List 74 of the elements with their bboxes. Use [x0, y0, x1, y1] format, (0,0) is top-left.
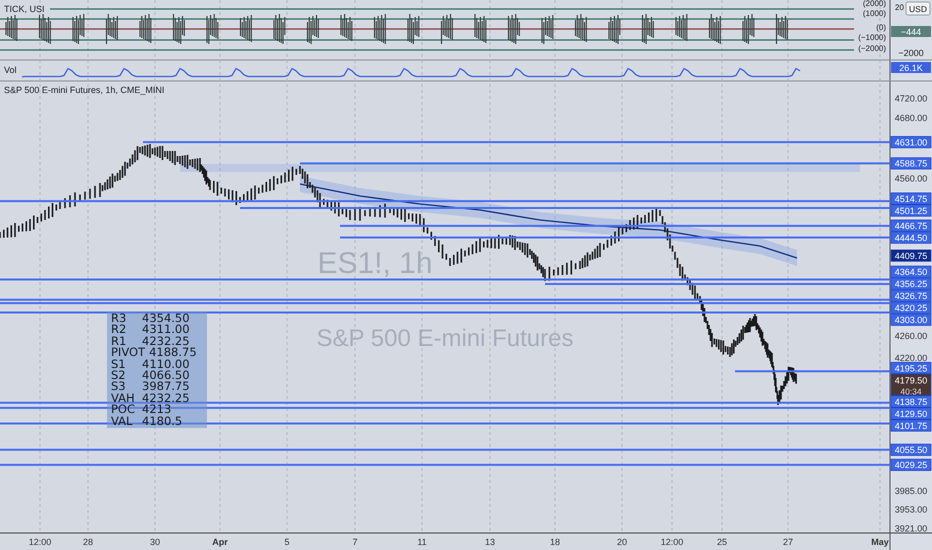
time-label: 28 [83, 537, 93, 547]
price-tag: 4466.75 [890, 220, 932, 232]
time-label: May [871, 537, 889, 547]
price-tag: 4101.75 [890, 419, 932, 432]
price-tag: 4501.25 [890, 204, 932, 217]
price-tag: 4320.25 [890, 302, 932, 314]
time-label: 25 [717, 537, 727, 547]
scale-label: (1000) [862, 9, 886, 18]
pivot-value: 4188.75 [149, 347, 197, 359]
pivot-label: S1 [111, 358, 127, 370]
time-label: 11 [417, 537, 427, 547]
time-label: 13 [485, 537, 495, 547]
axis-label: 4680.00 [894, 113, 928, 124]
pivot-label: POC [111, 404, 136, 416]
price-tag: 4444.50 [890, 232, 932, 244]
time-label: Apr [212, 537, 228, 547]
pivot-value: 4311.00 [142, 324, 190, 336]
price-tag: 4514.75 [890, 192, 932, 205]
pivot-label: S2 [111, 370, 127, 382]
pivot-value: 4232.25 [142, 392, 190, 404]
axis-label: 3985.00 [894, 486, 928, 496]
pivot-label: VAL [111, 416, 134, 428]
price-tag: 4364.50 [890, 266, 932, 278]
value-tag: −444 [891, 26, 931, 37]
price-tag: 4055.50 [890, 444, 932, 456]
price-tag: 4631.00 [890, 136, 932, 148]
axis-label: 4560.00 [894, 173, 928, 184]
price-tag: 4409.75 [890, 250, 932, 262]
pivot-value: 4232.25 [142, 336, 190, 348]
price-tag: 4588.75 [890, 157, 932, 170]
scale-label: (0) [876, 23, 886, 32]
panel-title: TICK, USI [4, 4, 45, 14]
chart-title: S&P 500 E-mini Futures, 1h, CME_MINI [4, 85, 164, 95]
pivot-label: PIVOT [111, 347, 146, 359]
panel-title: Vol [4, 65, 17, 75]
scale-label: (2000) [862, 0, 886, 8]
time-label: 12:00 [660, 537, 684, 547]
pivot-value: 4213 [142, 404, 172, 416]
time-label: 7 [352, 537, 358, 547]
axis-label: −2000 [898, 48, 924, 58]
time-label: 12:00 [28, 537, 52, 547]
axis-label: 4720.00 [894, 94, 928, 104]
currency-button[interactable]: USD [906, 2, 930, 16]
value-tag: 26.1K [891, 62, 931, 73]
pivot-value: 4110.00 [142, 358, 190, 370]
time-label: 20 [617, 537, 627, 547]
time-label: 27 [783, 537, 793, 547]
pivot-label: S3 [111, 381, 127, 393]
pivot-label: VAH [111, 392, 136, 404]
price-tag: 4326.75 [890, 290, 932, 302]
pivot-value: 3987.75 [142, 381, 190, 393]
pivot-label: R2 [111, 324, 128, 336]
pivot-value: 4180.5 [142, 416, 182, 428]
price-tag: 4138.75 [890, 395, 932, 408]
price-tag: 4029.25 [890, 458, 932, 471]
pivot-label: R1 [111, 336, 126, 348]
axis-label: 20 [895, 3, 904, 12]
axis-label: 4260.00 [894, 331, 928, 342]
price-tag: 4356.25 [890, 278, 932, 290]
scale-label: (−1000) [858, 33, 886, 42]
axis-label: 4220.00 [894, 353, 928, 364]
price-tag: 4179.50 40:34 [890, 374, 932, 396]
pivot-value: 4354.50 [142, 313, 190, 324]
scale-label: (−2000) [858, 44, 886, 53]
axis-label: 3921.00 [894, 524, 928, 534]
price-tag: 4129.50 [890, 407, 932, 420]
pivot-label: R3 [111, 313, 128, 324]
axis-label: 3953.00 [894, 504, 928, 515]
time-label: 18 [550, 537, 560, 547]
time-label: 5 [284, 537, 290, 547]
price-tag: 4195.25 [890, 362, 932, 374]
time-label: 30 [150, 537, 160, 547]
pivot-value: 4066.50 [142, 370, 190, 382]
price-tag: 4303.00 [890, 314, 932, 326]
